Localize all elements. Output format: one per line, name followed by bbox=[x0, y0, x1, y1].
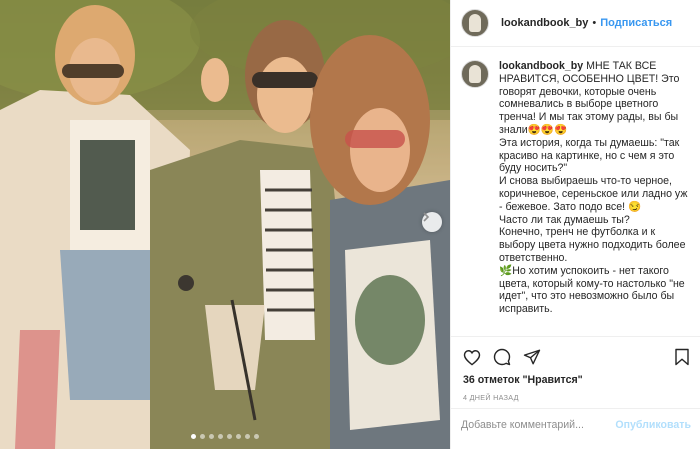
comment-button[interactable] bbox=[491, 346, 513, 368]
photo-illustration bbox=[0, 0, 450, 449]
comment-bubble-icon bbox=[493, 348, 511, 366]
header-username[interactable]: lookandbook_by bbox=[501, 17, 588, 29]
carousel-indicator bbox=[0, 434, 450, 439]
publish-comment-button[interactable]: Опубликовать bbox=[615, 419, 691, 431]
share-button[interactable] bbox=[521, 346, 543, 368]
heart-icon bbox=[463, 349, 481, 366]
save-button[interactable] bbox=[671, 346, 693, 368]
post-timestamp[interactable]: 4 ДНЕЙ НАЗАД bbox=[463, 393, 519, 402]
caption-text-block: lookandbook_by МНЕ ТАК ВСЕ НРАВИТСЯ, ОСО… bbox=[499, 60, 689, 336]
paper-plane-icon bbox=[523, 349, 541, 365]
post-photo[interactable] bbox=[0, 0, 450, 449]
carousel-dot bbox=[191, 434, 196, 439]
carousel-dot bbox=[236, 434, 241, 439]
comment-input[interactable] bbox=[461, 419, 616, 431]
caption-username[interactable]: lookandbook_by bbox=[499, 60, 583, 72]
avatar[interactable] bbox=[461, 9, 489, 37]
post-actions: 36 отметок "Нравится" 4 ДНЕЙ НАЗАД Опубл… bbox=[451, 336, 700, 440]
like-button[interactable] bbox=[461, 346, 483, 368]
next-slide-button[interactable] bbox=[422, 212, 442, 232]
likes-count[interactable]: 36 отметок "Нравится" bbox=[463, 374, 583, 386]
add-comment-row: Опубликовать bbox=[451, 408, 700, 441]
action-icons-row bbox=[461, 346, 693, 368]
caption-section: lookandbook_by МНЕ ТАК ВСЕ НРАВИТСЯ, ОСО… bbox=[451, 48, 700, 336]
carousel-dot bbox=[245, 434, 250, 439]
caption-paragraph: lookandbook_by МНЕ ТАК ВСЕ НРАВИТСЯ, ОСО… bbox=[499, 60, 689, 316]
bookmark-icon bbox=[675, 348, 689, 366]
follow-button[interactable]: Подписаться bbox=[600, 17, 672, 29]
caption-avatar[interactable] bbox=[461, 60, 489, 88]
carousel-dot bbox=[200, 434, 205, 439]
carousel-dot bbox=[254, 434, 259, 439]
carousel-dot bbox=[227, 434, 232, 439]
header-separator: • bbox=[592, 17, 597, 29]
caption-text: МНЕ ТАК ВСЕ НРАВИТСЯ, ОСОБЕННО ЦВЕТ! Это… bbox=[499, 60, 688, 316]
post-side-panel: lookandbook_by • Подписаться lookandbook… bbox=[450, 0, 700, 449]
carousel-dot bbox=[218, 434, 223, 439]
post-header: lookandbook_by • Подписаться bbox=[451, 0, 700, 47]
carousel-dot bbox=[209, 434, 214, 439]
chevron-right-icon bbox=[423, 212, 430, 222]
